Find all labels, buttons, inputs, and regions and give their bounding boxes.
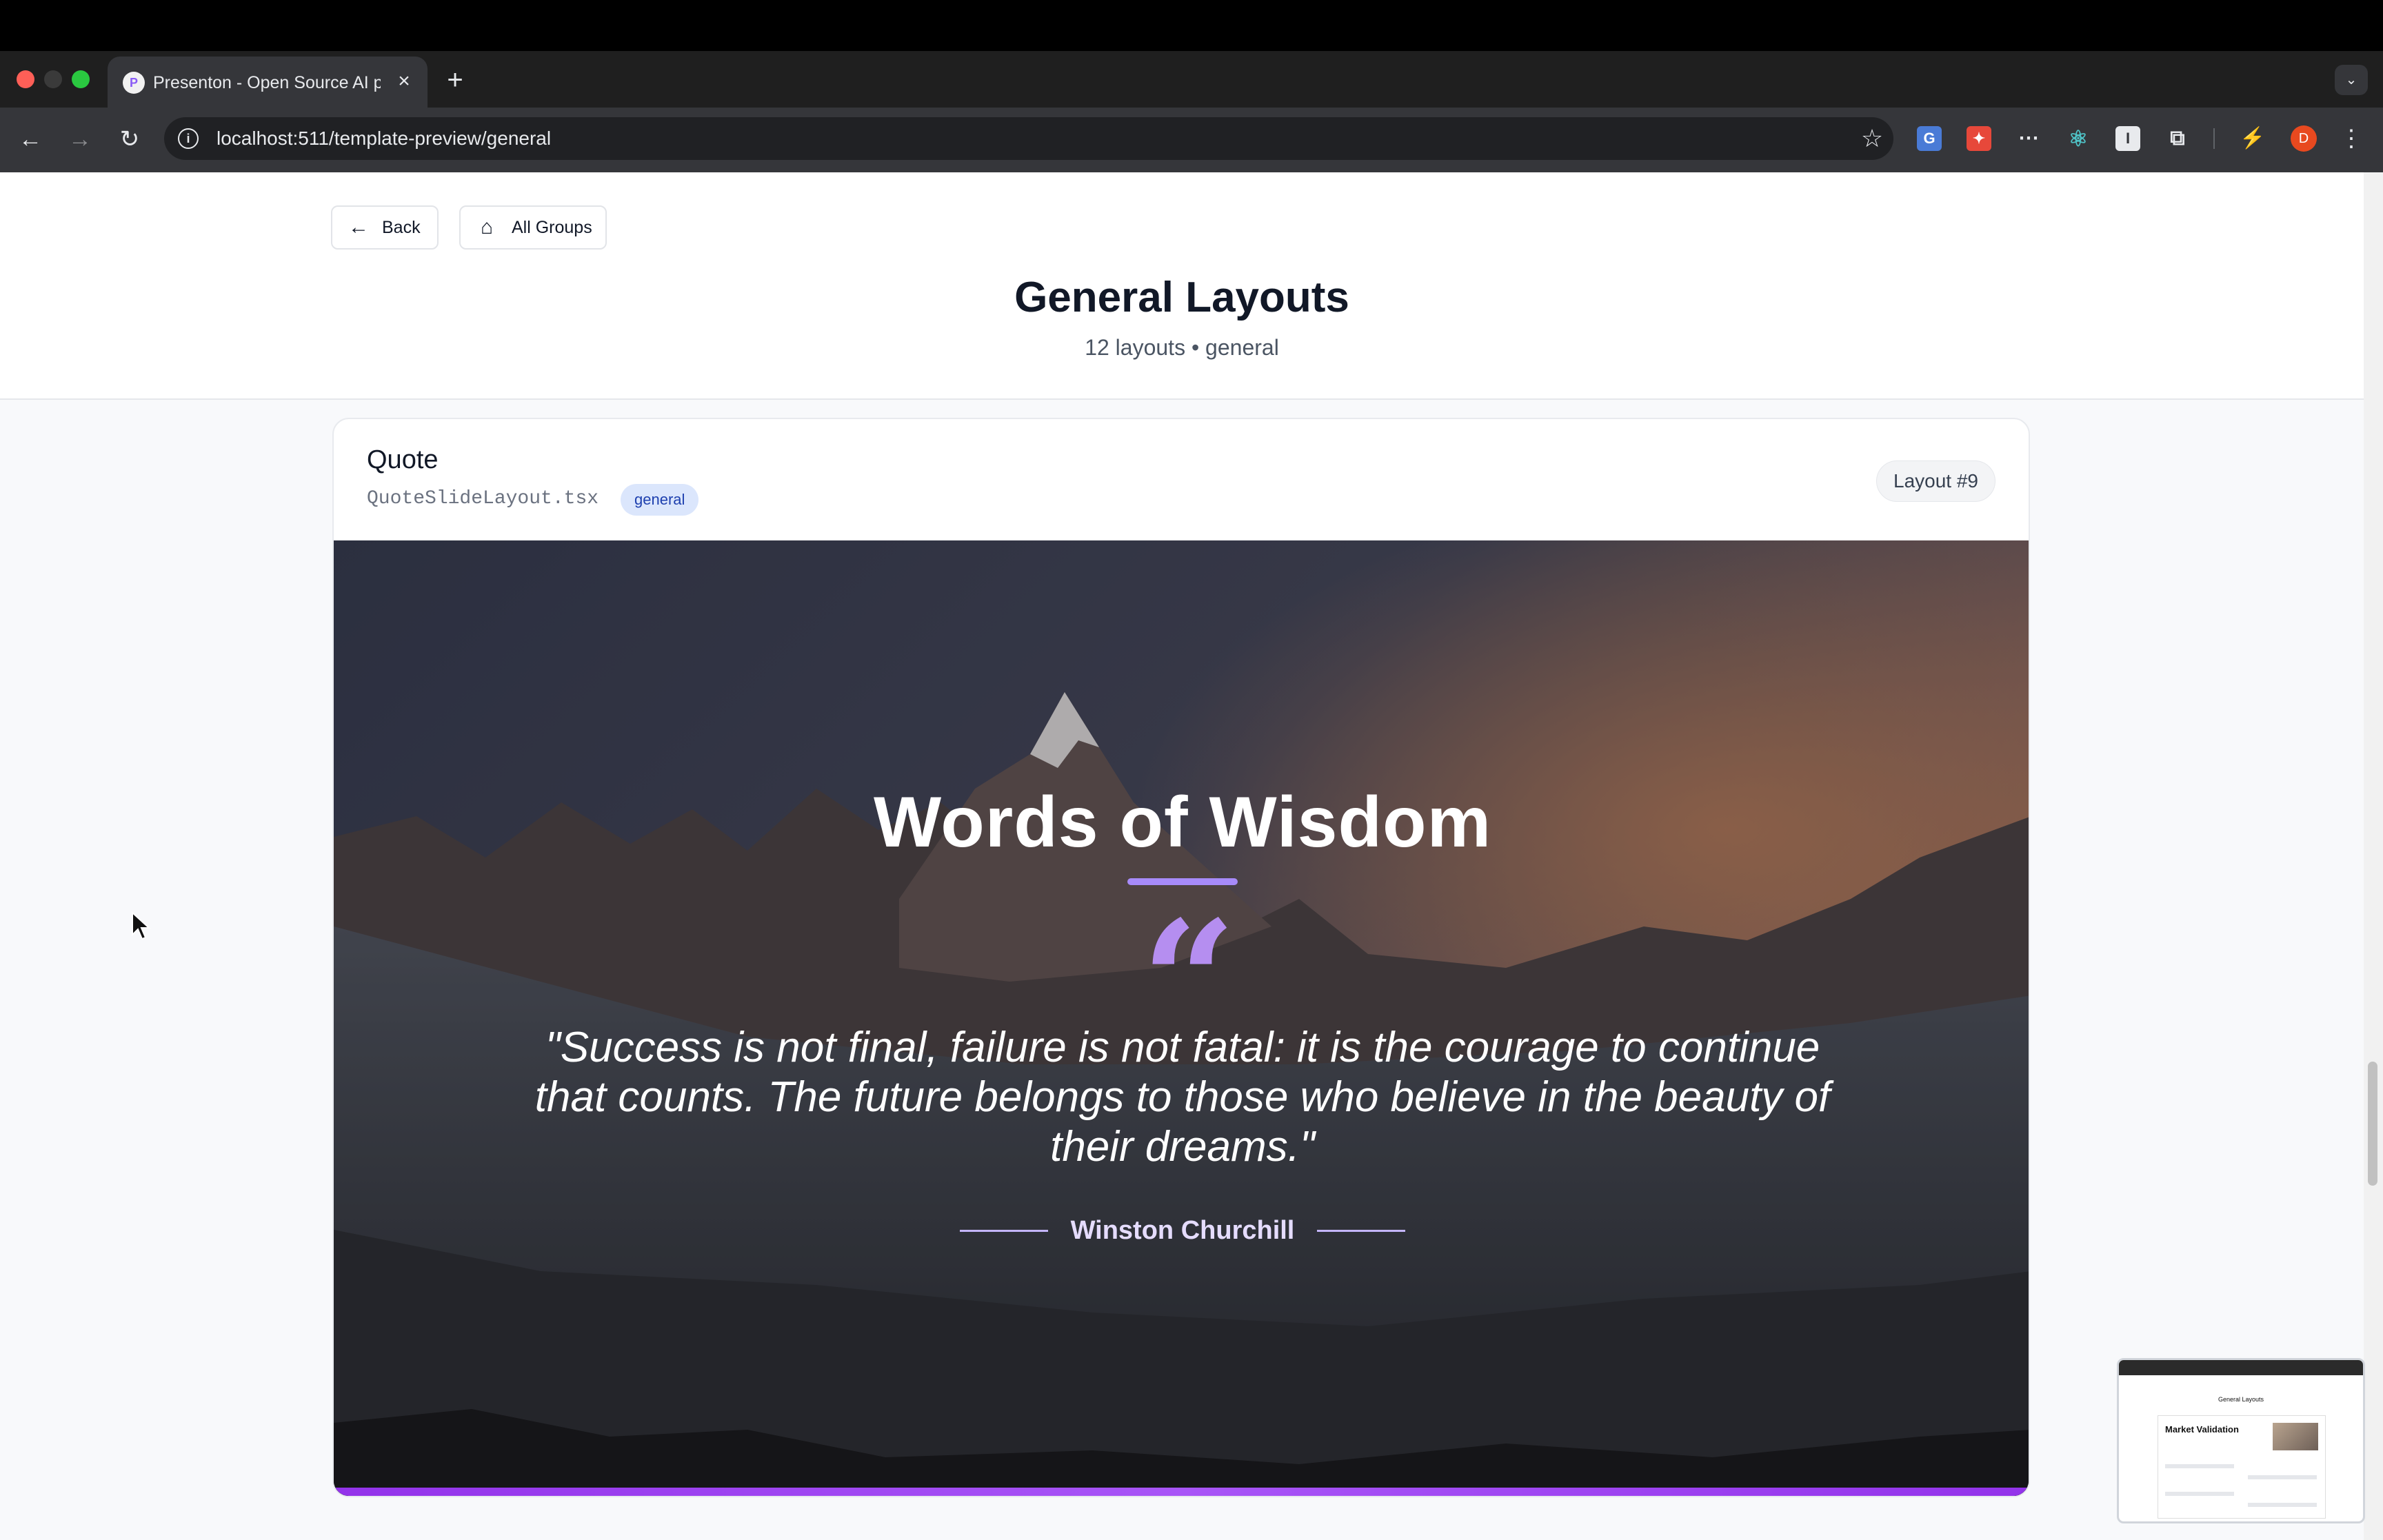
quote-text: "Success is not final, failure is not fa… xyxy=(534,1024,1831,1171)
tab-close-icon[interactable]: × xyxy=(392,69,416,94)
slide-accent-bar xyxy=(334,1488,2029,1496)
all-groups-button-label: All Groups xyxy=(512,218,592,237)
thumbnail-slide: Market Validation xyxy=(2158,1415,2326,1519)
layout-filename: QuoteSlideLayout.tsx xyxy=(367,488,599,509)
macos-menubar xyxy=(0,0,2383,51)
page-title: General Layouts xyxy=(1014,274,1349,321)
group-badge: general xyxy=(621,484,699,516)
thumbnail-text-line xyxy=(2165,1492,2234,1496)
toolbar-divider xyxy=(2213,128,2215,149)
maximize-window-button[interactable] xyxy=(72,70,90,88)
address-url[interactable]: localhost:511/template-preview/general xyxy=(217,127,551,150)
back-button[interactable]: ← Back xyxy=(331,205,439,250)
quote-author: Winston Churchill xyxy=(1070,1216,1295,1245)
new-tab-icon[interactable]: + xyxy=(440,65,470,95)
tab-title: Presenton - Open Source AI p xyxy=(153,73,381,92)
thumbnail-slide-heading: Market Validation xyxy=(2165,1424,2239,1435)
slide-title: Words of Wisdom xyxy=(873,782,1492,862)
thumbnail-text-line xyxy=(2248,1503,2317,1507)
author-divider-right xyxy=(1317,1230,1405,1232)
close-window-button[interactable] xyxy=(17,70,34,88)
rocket-extension-icon[interactable]: ✦ xyxy=(1967,126,1991,151)
translate-extension-icon[interactable]: G xyxy=(1917,126,1942,151)
author-divider-left xyxy=(960,1230,1048,1232)
react-extension-icon[interactable]: ⚛ xyxy=(2066,126,2091,151)
thumbnail-text-line xyxy=(2248,1475,2317,1479)
presenton-favicon-icon: P xyxy=(123,72,145,94)
back-button-label: Back xyxy=(382,218,421,237)
browser-menu-icon[interactable]: ⋮ xyxy=(2337,124,2365,153)
address-bar[interactable]: i localhost:511/template-preview/general… xyxy=(164,117,1893,160)
bookmark-star-icon[interactable]: ☆ xyxy=(1858,124,1887,153)
minimize-window-button[interactable] xyxy=(44,70,62,88)
quote-mark-icon: “ xyxy=(1141,884,1237,1079)
page-scrollbar-track[interactable] xyxy=(2364,172,2383,1540)
all-groups-button[interactable]: ⌂ All Groups xyxy=(459,205,607,250)
layout-title: Quote xyxy=(367,445,439,474)
browser-forward-icon[interactable]: → xyxy=(63,123,97,156)
site-info-icon[interactable]: i xyxy=(178,128,199,149)
quote-slide-preview: Words of Wisdom “ "Success is not final,… xyxy=(334,540,2029,1496)
browser-back-icon[interactable]: ← xyxy=(14,123,47,156)
thumbnail-browser-bar xyxy=(2119,1360,2363,1375)
screenshot-thumbnail[interactable]: General Layouts Market Validation xyxy=(2117,1358,2365,1523)
page-scrollbar-thumb[interactable] xyxy=(2368,1062,2377,1186)
thumbnail-slide-image xyxy=(2273,1423,2318,1450)
browser-reload-icon[interactable]: ↻ xyxy=(113,123,146,156)
author-row: Winston Churchill xyxy=(334,1213,2029,1248)
dots-extension-icon[interactable]: ⋯ xyxy=(2016,126,2041,151)
layout-number-badge: Layout #9 xyxy=(1876,460,1995,502)
puzzle-extensions-icon[interactable]: ⧉ xyxy=(2165,126,2190,151)
mouse-cursor-icon xyxy=(132,911,151,940)
thumbnail-page-title: General Layouts xyxy=(2218,1396,2264,1403)
profile-avatar[interactable]: D xyxy=(2291,125,2317,152)
arrow-left-icon: ← xyxy=(348,216,369,239)
browser-tab-active[interactable]: P Presenton - Open Source AI p × xyxy=(108,57,428,108)
home-icon: ⌂ xyxy=(480,216,494,239)
page-header: ← Back ⌂ All Groups General Layouts 12 l… xyxy=(0,172,2364,400)
info-extension-icon[interactable]: I xyxy=(2115,126,2140,151)
page-subtitle: 12 layouts • general xyxy=(1085,335,1279,360)
tab-search-chevron-icon[interactable]: ⌄ xyxy=(2335,65,2368,95)
layout-card: Quote QuoteSlideLayout.tsx general Layou… xyxy=(332,418,2030,1497)
thumbnail-text-line xyxy=(2165,1464,2234,1468)
performance-icon[interactable]: ⚡ xyxy=(2240,126,2265,151)
